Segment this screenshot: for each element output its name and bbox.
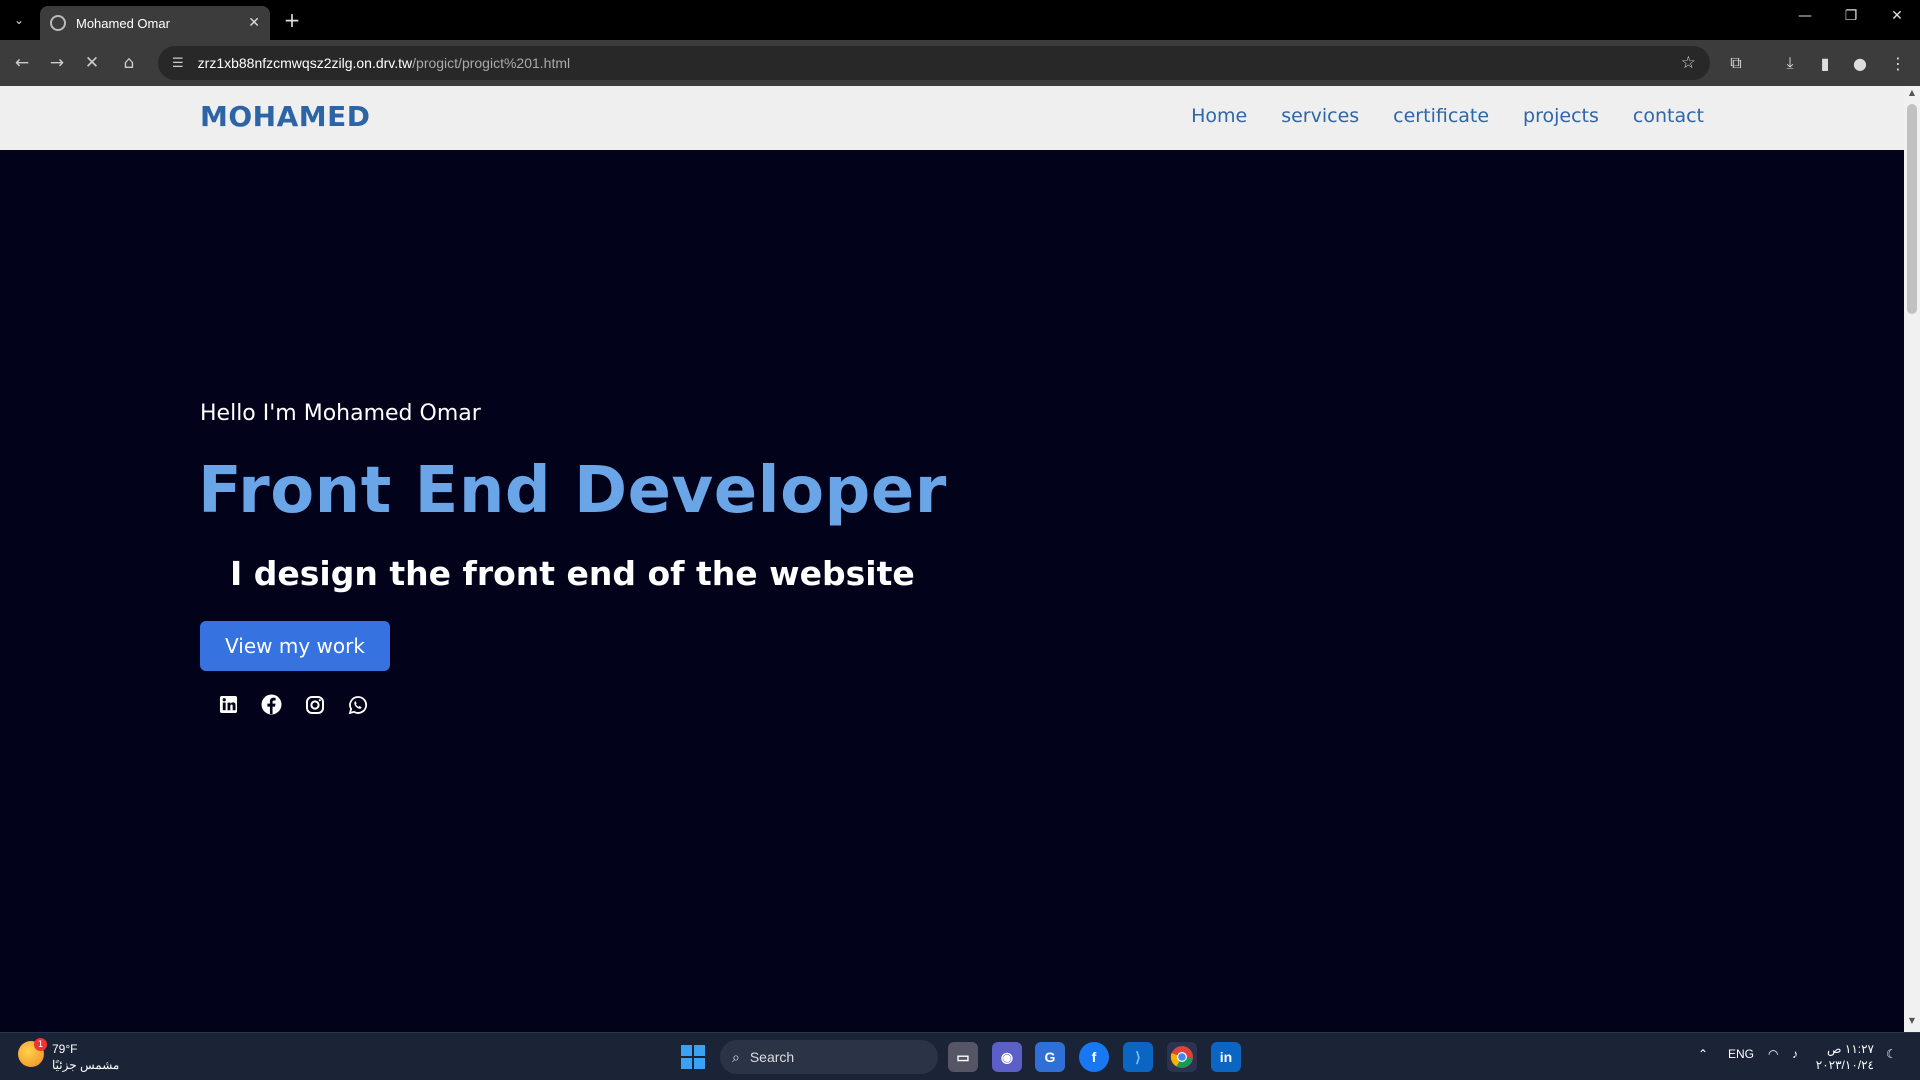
nav-contact[interactable]: contact (1633, 105, 1704, 127)
page-scrollbar[interactable]: ▲ ▼ (1904, 86, 1920, 1032)
browser-tab-strip: ⌄ Mohamed Omar ✕ + — ❐ ✕ (0, 0, 1920, 40)
translate-icon[interactable]: G (1035, 1042, 1065, 1072)
new-tab-button[interactable]: + (280, 8, 304, 32)
weather-description: مشمس جزئيًا (52, 1058, 120, 1072)
scroll-up-arrow-icon[interactable]: ▲ (1904, 88, 1920, 102)
side-panel-icon[interactable]: ▮ (1813, 51, 1837, 75)
start-button[interactable] (681, 1045, 705, 1069)
facebook-app-icon[interactable]: f (1079, 1042, 1109, 1072)
facebook-icon[interactable] (261, 694, 282, 715)
notification-badge: 1 (34, 1038, 47, 1051)
whatsapp-icon[interactable] (347, 694, 368, 715)
taskbar-search-label: Search (749, 1049, 795, 1065)
site-header: MOHAMED Home services certificate projec… (0, 86, 1904, 150)
weather-temperature: 79°F (52, 1042, 78, 1056)
scroll-down-arrow-icon[interactable]: ▼ (1904, 1016, 1920, 1030)
vscode-icon[interactable]: ⟩ (1123, 1042, 1153, 1072)
wifi-icon[interactable]: ◠ (1768, 1047, 1778, 1061)
taskbar-search[interactable]: ⌕ Search (720, 1040, 938, 1074)
browser-toolbar: ← → ✕ ⌂ ☰ zrz1xb88nfzcmwqsz2zilg.on.drv.… (0, 40, 1920, 86)
minimize-button[interactable]: — (1782, 8, 1828, 24)
forward-button[interactable]: → (45, 51, 69, 75)
download-icon[interactable]: ⤓ (1778, 51, 1802, 75)
nav-home[interactable]: Home (1191, 105, 1247, 127)
site-logo[interactable]: MOHAMED (200, 100, 371, 133)
social-links (218, 694, 368, 715)
back-button[interactable]: ← (10, 51, 34, 75)
weather-widget[interactable]: 1 79°F مشمس جزئيًا (18, 1038, 120, 1073)
hero-title: Front End Developer (198, 454, 947, 528)
url-host: zrz1xb88nfzcmwqsz2zilg.on.drv.tw (197, 55, 413, 71)
tab-title: Mohamed Omar (76, 15, 170, 31)
menu-kebab-icon[interactable]: ⋮ (1886, 51, 1910, 75)
linkedin-icon[interactable] (218, 694, 239, 715)
home-button[interactable]: ⌂ (117, 51, 141, 75)
search-icon: ⌕ (732, 1048, 740, 1065)
tab-list-button[interactable]: ⌄ (6, 7, 32, 33)
bookmark-star-icon[interactable]: ☆ (1681, 53, 1696, 73)
restore-button[interactable]: ❐ (1828, 8, 1874, 24)
volume-icon[interactable]: ♪ (1792, 1047, 1798, 1061)
language-indicator[interactable]: ENG (1728, 1047, 1754, 1061)
instagram-icon[interactable] (304, 694, 325, 715)
browser-tab[interactable]: Mohamed Omar ✕ (40, 6, 270, 40)
chrome-icon[interactable] (1167, 1042, 1197, 1072)
scrollbar-thumb[interactable] (1907, 104, 1917, 314)
stop-loading-button[interactable]: ✕ (80, 51, 104, 75)
nav-services[interactable]: services (1281, 105, 1359, 127)
site-nav: Home services certificate projects conta… (1191, 105, 1704, 127)
close-tab-icon[interactable]: ✕ (248, 15, 260, 31)
task-view-icon[interactable]: ▭ (948, 1042, 978, 1072)
windows-taskbar: 1 79°F مشمس جزئيًا ⌕ Search ▭ ◉ G f ⟩ in… (0, 1032, 1920, 1080)
taskbar-clock[interactable]: ١١:٢٧ ص ٢٠٢٣/١٠/٢٤ (1816, 1041, 1874, 1073)
hero-greeting: Hello I'm Mohamed Omar (200, 401, 481, 426)
view-work-button[interactable]: View my work (200, 621, 390, 671)
nav-projects[interactable]: projects (1523, 105, 1599, 127)
loading-favicon-icon (50, 15, 66, 31)
clock-time: ١١:٢٧ ص (1827, 1042, 1874, 1056)
weather-sun-icon: 1 (18, 1038, 47, 1067)
teams-icon[interactable]: ◉ (992, 1042, 1022, 1072)
profile-avatar-icon[interactable]: ● (1848, 51, 1872, 75)
site-info-icon[interactable]: ☰ (172, 56, 184, 71)
linkedin-app-icon[interactable]: in (1211, 1042, 1241, 1072)
nav-certificate[interactable]: certificate (1393, 105, 1489, 127)
page-viewport: MOHAMED Home services certificate projec… (0, 86, 1904, 1032)
tray-overflow-icon[interactable]: ⌃ (1698, 1047, 1708, 1061)
notifications-icon[interactable]: ☾ (1886, 1047, 1897, 1061)
url-path: /progict/progict%201.html (412, 55, 571, 71)
clock-date: ٢٠٢٣/١٠/٢٤ (1815, 1058, 1874, 1072)
extensions-icon[interactable]: ⧉ (1724, 51, 1748, 75)
hero-tagline: I design the front end of the website (230, 554, 915, 593)
address-bar[interactable]: ☰ zrz1xb88nfzcmwqsz2zilg.on.drv.tw/progi… (158, 46, 1710, 80)
close-window-button[interactable]: ✕ (1874, 8, 1920, 24)
